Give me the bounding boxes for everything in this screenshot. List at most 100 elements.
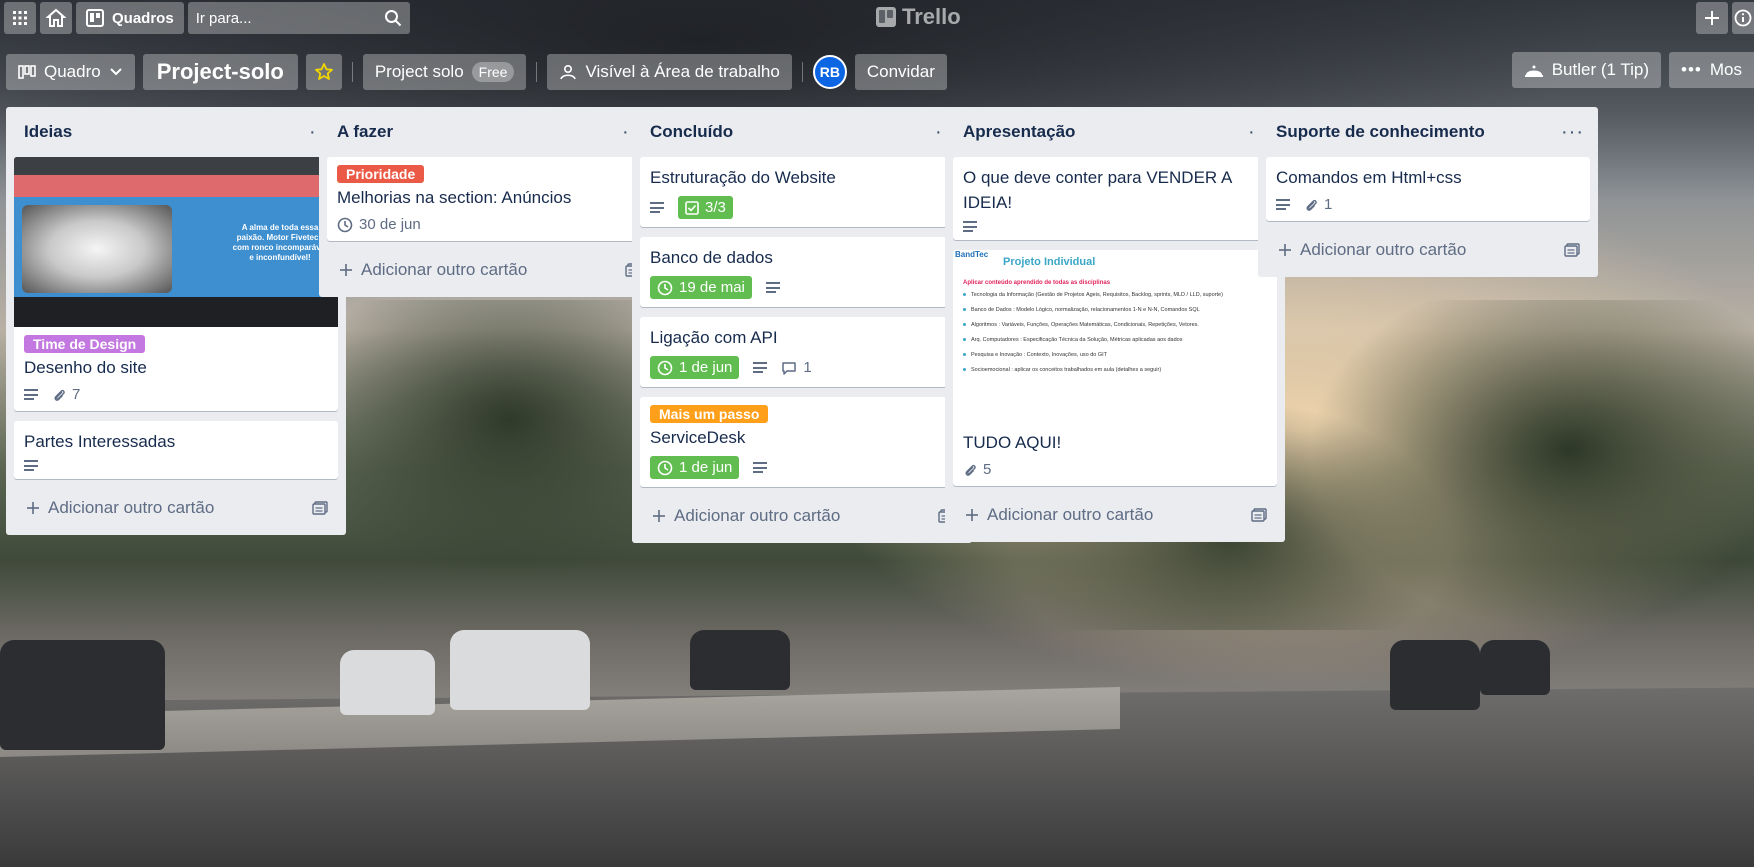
cover-doc-item: Banco de Dados : Modelo Lógico, normaliz…: [963, 307, 1267, 313]
add-card-button[interactable]: Adicionar outro cartão: [14, 489, 338, 527]
search-input[interactable]: Ir para...: [187, 2, 410, 34]
info-button[interactable]: [1732, 2, 1754, 34]
show-menu-label: Mos: [1709, 60, 1742, 79]
visibility-button[interactable]: Visível à Área de trabalho: [547, 54, 792, 90]
checklist-count: 3/3: [705, 199, 726, 216]
card-title: Melhorias na section: Anúncios: [337, 188, 572, 207]
list-suporte-de-conhecimento: Suporte de conhecimento ··· Comandos em …: [1258, 107, 1598, 277]
card-title: Desenho do site: [24, 358, 147, 377]
card[interactable]: O que deve conter para VENDER A IDEIA!: [953, 157, 1277, 240]
add-card-button[interactable]: Adicionar outro cartão: [640, 497, 964, 535]
cover-doc-item: Pesquisa e Inovação : Contexto, Inovaçõe…: [963, 352, 1267, 358]
clock-icon: [337, 217, 353, 233]
cover-doc-item: Tecnologia da Informação (Gestão de Proj…: [963, 292, 1267, 298]
card-badges: 7: [24, 386, 328, 403]
add-card-left: Adicionar outro cartão: [26, 498, 214, 518]
trello-logo-icon: [876, 7, 896, 27]
car-engine-image: [22, 205, 172, 293]
create-button[interactable]: [1696, 2, 1728, 34]
comments-count: 1: [803, 359, 812, 376]
add-card-label: Adicionar outro cartão: [674, 506, 841, 525]
home-button[interactable]: [40, 2, 72, 34]
star-button[interactable]: [305, 54, 342, 90]
workspace-button[interactable]: Project solo Free: [362, 54, 527, 90]
card-title: Comandos em Html+css: [1276, 168, 1462, 187]
card[interactable]: Ligação com API 1 de jun 1: [640, 317, 964, 387]
board-icon: [86, 9, 104, 27]
board-title[interactable]: Project-solo: [142, 54, 298, 90]
card-title: TUDO AQUI!: [963, 433, 1062, 452]
add-card-button[interactable]: Adicionar outro cartão: [327, 251, 651, 289]
card[interactable]: Prioridade Melhorias na section: Anúncio…: [327, 157, 651, 241]
list-header: Apresentação ···: [953, 107, 1277, 157]
boards-label: Quadros: [112, 9, 174, 27]
view-switcher-button[interactable]: Quadro: [6, 54, 135, 90]
list-title[interactable]: A fazer: [337, 122, 393, 142]
plan-badge: Free: [471, 62, 515, 82]
card[interactable]: Comandos em Html+css 1: [1266, 157, 1590, 221]
butler-button[interactable]: Butler (1 Tip): [1511, 52, 1662, 88]
card[interactable]: Mais um passo ServiceDesk 1 de jun: [640, 397, 964, 487]
description-icon: [24, 460, 38, 471]
apps-button[interactable]: [4, 2, 36, 34]
chevron-down-icon: [109, 67, 123, 77]
paperclip-icon: [1304, 198, 1318, 212]
clock-icon: [657, 360, 673, 376]
list-title[interactable]: Suporte de conhecimento: [1276, 122, 1485, 142]
cover-doc-item: Socioemocional : aplicar os conceitos tr…: [963, 367, 1267, 373]
visibility-label: Visível à Área de trabalho: [585, 62, 780, 81]
card[interactable]: Partes Interessadas: [14, 421, 338, 479]
due-date-badge: 1 de jun: [650, 456, 740, 479]
card-label: Time de Design: [24, 335, 146, 353]
show-menu-button[interactable]: ••• Mos: [1669, 52, 1754, 88]
cover-doc-item: Algoritmos : Variáveis, Funções, Operaçõ…: [963, 322, 1267, 328]
template-icon[interactable]: [312, 501, 328, 515]
search-icon: [384, 9, 402, 27]
card[interactable]: BandTec Projeto Individual Aplicar conte…: [953, 250, 1277, 486]
logo-text: Trello: [902, 4, 961, 29]
avatar[interactable]: RB: [812, 55, 847, 89]
due-date-text: 19 de mai: [679, 279, 745, 296]
boards-button[interactable]: Quadros: [76, 2, 184, 34]
description-icon: [650, 202, 664, 213]
card-title: Banco de dados: [650, 248, 773, 267]
people-icon: [559, 64, 577, 80]
card-title: Estruturação do Website: [650, 168, 836, 187]
add-card-left: Adicionar outro cartão: [965, 505, 1153, 525]
list-title[interactable]: Apresentação: [963, 122, 1075, 142]
invite-button[interactable]: Convidar: [854, 54, 947, 90]
scene-car: [1480, 640, 1550, 695]
attachments-badge: 1: [1304, 196, 1332, 213]
template-icon[interactable]: [1564, 243, 1580, 257]
due-date-badge: 30 de jun: [337, 216, 421, 233]
trello-logo[interactable]: Trello: [876, 4, 961, 30]
comments-badge: 1: [781, 359, 812, 376]
list-ideias: Ideias ··· A alma de toda essa paixão. M…: [6, 107, 346, 535]
template-icon[interactable]: [1251, 508, 1267, 522]
due-date-text: 1 de jun: [679, 359, 733, 376]
card-badges: 1: [1276, 196, 1580, 213]
list-concluido: Concluído ··· Estruturação do Website 3/…: [632, 107, 972, 543]
more-icon: •••: [1681, 60, 1702, 79]
scene-car: [450, 630, 590, 710]
description-icon: [753, 362, 768, 373]
card[interactable]: Banco de dados 19 de mai: [640, 237, 964, 307]
scene-car: [1390, 640, 1480, 710]
card[interactable]: Estruturação do Website 3/3: [640, 157, 964, 227]
list-title[interactable]: Ideias: [24, 122, 72, 142]
description-icon: [963, 221, 977, 232]
checkbox-icon: [685, 200, 699, 215]
list-menu-icon[interactable]: ···: [1561, 122, 1584, 142]
card-cover-image: A alma de toda essa paixão. Motor Fivete…: [14, 157, 338, 327]
add-card-label: Adicionar outro cartão: [361, 260, 528, 279]
add-card-button[interactable]: Adicionar outro cartão: [1266, 231, 1590, 269]
list-title[interactable]: Concluído: [650, 122, 733, 142]
add-card-button[interactable]: Adicionar outro cartão: [953, 496, 1277, 534]
checklist-badge: 3/3: [678, 196, 733, 219]
scene-car: [340, 650, 435, 715]
card-badges: 1 de jun 1: [650, 356, 954, 379]
cover-browser-bar: [14, 157, 338, 175]
attachments-badge: 7: [52, 386, 80, 403]
attachments-count: 5: [983, 461, 992, 478]
card[interactable]: A alma de toda essa paixão. Motor Fivete…: [14, 157, 338, 411]
